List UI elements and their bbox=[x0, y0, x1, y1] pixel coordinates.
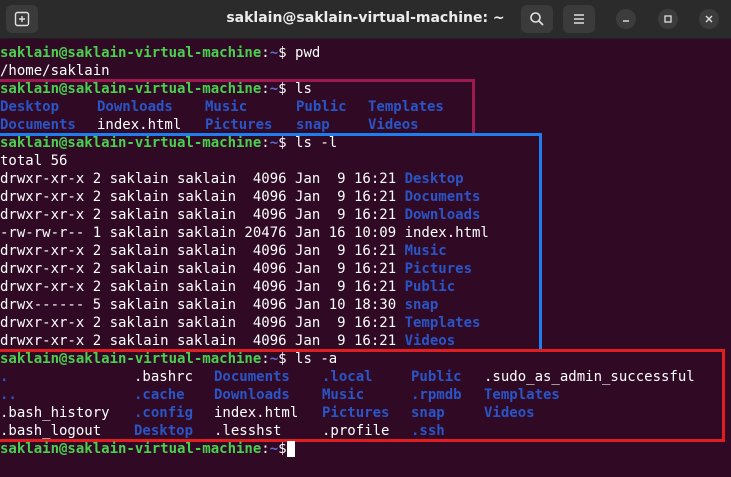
pwd-output: /home/saklain bbox=[0, 63, 110, 79]
maximize-button[interactable] bbox=[658, 9, 678, 29]
ls-a-highlight-box bbox=[0, 349, 725, 442]
prompt-line: saklain@saklain-virtual-machine:~$ pwd bbox=[0, 44, 320, 62]
ls-l-highlight-box bbox=[0, 133, 542, 352]
prompt-symbol: $ bbox=[278, 441, 287, 457]
prompt-user-host: saklain@saklain-virtual-machine bbox=[0, 441, 262, 457]
prompt-separator: : bbox=[261, 45, 270, 61]
prompt-path: ~ bbox=[269, 441, 279, 457]
output-line: /home/saklain bbox=[0, 62, 110, 80]
window-titlebar: saklain@saklain-virtual-machine: ~ bbox=[0, 0, 731, 39]
prompt-path: ~ bbox=[269, 45, 279, 61]
prompt-user-host: saklain@saklain-virtual-machine bbox=[0, 45, 262, 61]
ls-highlight-box bbox=[0, 79, 475, 136]
prompt-symbol: $ bbox=[278, 45, 287, 61]
terminal-output[interactable]: saklain@saklain-virtual-machine:~$ pwd/h… bbox=[0, 44, 731, 477]
terminal-cursor bbox=[286, 441, 295, 457]
command-text: pwd bbox=[295, 45, 321, 61]
command-space bbox=[287, 45, 295, 61]
minimize-button[interactable] bbox=[616, 9, 636, 29]
search-button[interactable] bbox=[521, 5, 553, 33]
menu-button[interactable] bbox=[563, 5, 595, 33]
close-button[interactable] bbox=[699, 9, 719, 29]
prompt-separator: : bbox=[261, 441, 270, 457]
prompt-line: saklain@saklain-virtual-machine:~$ bbox=[0, 440, 295, 458]
